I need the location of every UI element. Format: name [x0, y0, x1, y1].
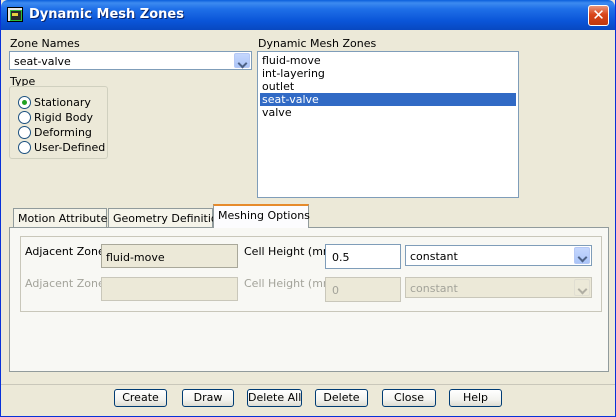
tab-meshing-options[interactable]: Meshing Options — [213, 204, 310, 228]
radio-icon[interactable] — [18, 111, 31, 124]
list-item[interactable]: valve — [260, 106, 516, 119]
window-title: Dynamic Mesh Zones — [29, 7, 184, 22]
delete-button[interactable]: Delete — [315, 389, 368, 407]
close-button[interactable]: Close — [382, 389, 436, 407]
cell-height-value: 0 — [332, 284, 339, 297]
type-option-label: User-Defined — [34, 141, 106, 154]
adjacent-zone-value: fluid-move — [106, 251, 165, 264]
fluent-app-icon — [7, 7, 23, 22]
adjacent-zone-label: Adjacent Zone — [25, 245, 105, 258]
radio-selected-icon[interactable] — [18, 96, 31, 109]
tab-motion-attributes[interactable]: Motion Attributes — [13, 208, 113, 228]
type-option-label: Deforming — [34, 126, 92, 139]
cell-height-value: 0.5 — [332, 251, 350, 264]
list-item[interactable]: outlet — [260, 80, 516, 93]
type-radio-deforming[interactable]: Deforming — [18, 126, 113, 140]
type-radio-stationary[interactable]: Stationary — [18, 96, 113, 110]
type-option-label: Rigid Body — [34, 111, 93, 124]
cell-height-label: Cell Height (mm) — [244, 245, 338, 258]
list-item[interactable]: int-layering — [260, 67, 516, 80]
dynamic-mesh-zones-dialog: Dynamic Mesh Zones ✕ Zone Names seat-val… — [0, 0, 616, 417]
create-button[interactable]: Create — [114, 389, 167, 407]
close-icon[interactable]: ✕ — [588, 5, 609, 26]
chevron-down-icon[interactable] — [234, 53, 250, 68]
height-method-value: constant — [410, 250, 458, 263]
tab-geometry-definition[interactable]: Geometry Definition — [108, 208, 225, 228]
radio-icon[interactable] — [18, 126, 31, 139]
height-method-dropdown[interactable]: constant — [405, 245, 592, 266]
footer-separator — [1, 384, 615, 385]
help-button[interactable]: Help — [449, 389, 502, 407]
height-method-value: constant — [410, 282, 458, 295]
height-method-dropdown-disabled: constant — [405, 277, 592, 298]
adjacent-zone-field: fluid-move — [101, 244, 238, 268]
cell-height-input-disabled: 0 — [325, 277, 401, 302]
list-item[interactable]: fluid-move — [260, 54, 516, 67]
chevron-down-icon[interactable] — [574, 247, 590, 264]
type-radio-rigid-body[interactable]: Rigid Body — [18, 111, 113, 125]
type-radio-user-defined[interactable]: User-Defined — [18, 141, 113, 155]
zone-names-dropdown[interactable]: seat-valve — [9, 51, 252, 70]
dynamic-mesh-zones-list[interactable]: fluid-move int-layering outlet seat-valv… — [257, 51, 519, 198]
draw-button[interactable]: Draw — [182, 389, 234, 407]
title-bar[interactable]: Dynamic Mesh Zones ✕ — [1, 0, 615, 30]
adjacent-zone-field-disabled — [101, 277, 238, 301]
delete-all-button[interactable]: Delete All — [247, 389, 302, 407]
adjacent-zone-label-disabled: Adjacent Zone — [25, 277, 105, 290]
zone-names-value: seat-valve — [14, 55, 71, 68]
zone-names-label: Zone Names — [10, 37, 80, 50]
chevron-down-icon — [574, 279, 590, 296]
list-item-selected[interactable]: seat-valve — [260, 93, 516, 106]
type-option-label: Stationary — [34, 96, 91, 109]
cell-height-input[interactable]: 0.5 — [325, 244, 401, 269]
radio-icon[interactable] — [18, 141, 31, 154]
type-group: Stationary Rigid Body Deforming User-Def… — [9, 86, 108, 159]
cell-height-label-disabled: Cell Height (mm) — [244, 277, 338, 290]
dynamic-mesh-zones-label: Dynamic Mesh Zones — [258, 37, 377, 50]
